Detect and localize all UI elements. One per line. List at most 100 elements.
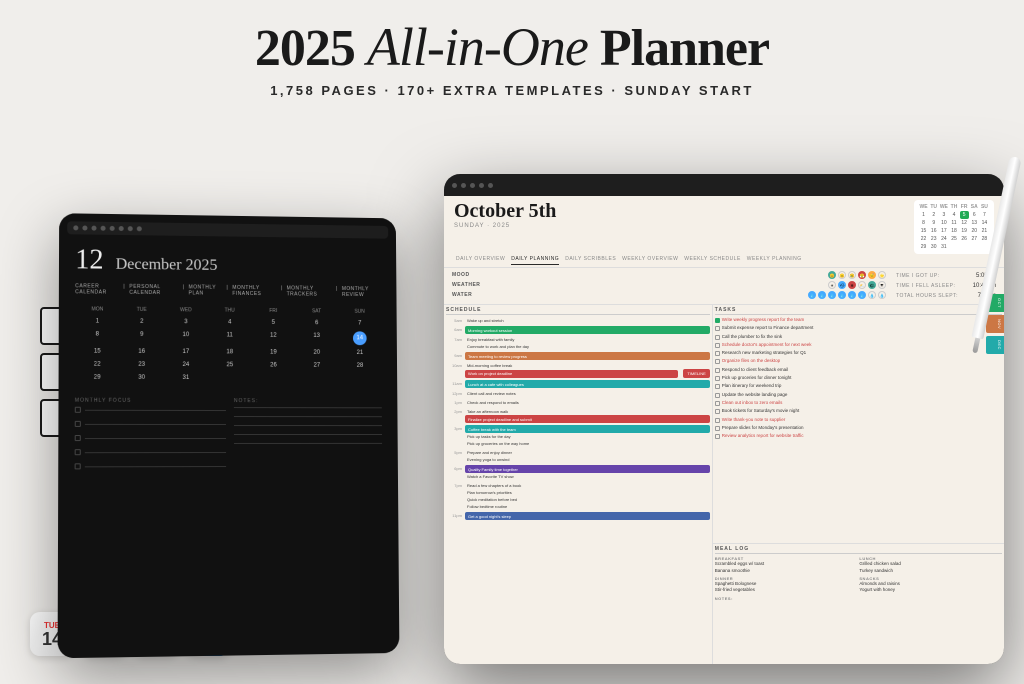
cal-day-18: 18 — [208, 347, 252, 357]
cal-day-26: 26 — [252, 360, 296, 370]
task-list: Write weekly progress report for the tea… — [715, 317, 1002, 439]
weather-label: WEATHER — [452, 282, 487, 288]
left-nav-tabs: CAREER CALENDAR | PERSONAL CALENDAR | MO… — [67, 280, 389, 301]
cal-day-30: 30 — [119, 373, 163, 383]
right-nav-tabs: DAILY OVERVIEW DAILY PLANNING DAILY SCRI… — [444, 254, 1004, 268]
rtb-dot-1 — [452, 183, 457, 188]
right-side-columns: TASKS Write weekly progress report for t… — [713, 305, 1004, 664]
rtb-dot-5 — [488, 183, 493, 188]
tab-daily-overview[interactable]: DAILY OVERVIEW — [456, 256, 505, 265]
cal-week-5: 29 30 31 — [75, 373, 382, 384]
left-bottom-section: MONTHLY FOCUS NOTES: — [66, 394, 390, 474]
cal-day-next1 — [208, 373, 252, 383]
left-toolbar — [67, 221, 388, 238]
cal-day-25: 25 — [208, 360, 252, 370]
left-tab-sep5: | — [336, 286, 338, 298]
mood-icon-3: 😢 — [848, 271, 856, 279]
notes-label: NOTES: — [234, 398, 382, 404]
cal-day-19: 19 — [252, 347, 296, 357]
header: 2025 All-in-One Planner 1,758 PAGES · 17… — [0, 0, 1024, 106]
cal-day-15: 15 — [75, 346, 120, 356]
water-icon-8: 💧 — [878, 291, 886, 299]
meal-row-dinner-snacks: DINNER Spaghetti BologneseStir-fried veg… — [715, 576, 1002, 594]
rtb-dot-4 — [479, 183, 484, 188]
cal-day-7: 7 — [338, 318, 381, 328]
dinner-value: Spaghetti BologneseStir-fried vegetables — [715, 581, 858, 594]
two-col-layout: SCHEDULE 5amWake up and stretch 6amMorni… — [444, 305, 1004, 664]
schedule-items: 5amWake up and stretch 6amMorning workou… — [446, 317, 710, 520]
meal-row-breakfast-lunch: BREAKFAST Scrambled eggs w/ toastBanana … — [715, 556, 1002, 574]
toolbar-dot-3 — [91, 226, 96, 231]
tasks-column: TASKS Write weekly progress report for t… — [713, 305, 1004, 544]
left-tab-trackers: MONTHLY TRACKERS — [287, 285, 333, 297]
meal-title: MEAL LOG — [715, 546, 1002, 554]
page-title: 2025 All-in-One Planner — [0, 18, 1024, 77]
left-tab-career: CAREER CALENDAR — [75, 283, 119, 295]
tab-daily-scribbles[interactable]: DAILY SCRIBBLES — [565, 256, 616, 265]
cal-day-wed: WED — [164, 307, 208, 313]
title-italic: All-in-One — [367, 17, 588, 77]
monthly-focus-label: MONTHLY FOCUS — [75, 398, 226, 404]
water-icon-4: 💧 — [838, 291, 846, 299]
schedule-column: SCHEDULE 5amWake up and stretch 6amMorni… — [444, 305, 713, 664]
cal-day-thu: THU — [208, 307, 252, 313]
cal-day-23: 23 — [120, 360, 164, 370]
left-tab-personal: PERSONAL CALENDAR — [129, 284, 178, 296]
toolbar-dot-5 — [110, 226, 115, 231]
cal-header-row: MON TUE WED THU FRI SAT SUN — [75, 306, 381, 315]
water-icon-6: 💧 — [858, 291, 866, 299]
toolbar-dot-8 — [137, 226, 142, 231]
cal-day-29: 29 — [75, 373, 120, 383]
water-icon-1: 💧 — [808, 291, 816, 299]
left-tab-sep3: | — [227, 285, 229, 297]
cal-day-31: 31 — [164, 373, 208, 383]
mood-icon-2: 😐 — [838, 271, 846, 279]
weather-icon-1: ☀ — [828, 281, 836, 289]
weather-row: WEATHER ☀ 🌧 ❄ ⛅ 🌤 ⛈ — [452, 281, 886, 289]
left-tablet-screen: 12 December 2025 CAREER CALENDAR | PERSO… — [58, 213, 400, 658]
cal-week-1: 1 2 3 4 5 6 7 — [75, 316, 381, 328]
cal-day-3: 3 — [164, 317, 208, 327]
weather-icon-5: 🌤 — [868, 281, 876, 289]
weather-icon-4: ⛅ — [858, 281, 866, 289]
tab-weekly-schedule[interactable]: WEEKLY SCHEDULE — [684, 256, 741, 265]
side-tab-3[interactable]: DEC — [986, 336, 1004, 354]
left-tab-monthly: MONTHLY PLAN — [189, 284, 223, 296]
toolbar-dot-2 — [82, 225, 87, 230]
right-tablet-screen: October 5th SUNDAY · 2025 WETUWETHFRSASU… — [444, 174, 1004, 664]
cal-day-17: 17 — [164, 347, 208, 357]
water-icon-2: 💧 — [818, 291, 826, 299]
water-icon-7: 💧 — [868, 291, 876, 299]
mood-row: MOOD 😊 😐 😢 😤 😴 🌟 — [452, 271, 886, 279]
left-calendar-grid: MON TUE WED THU FRI SAT SUN 1 2 3 4 5 6 … — [67, 302, 390, 390]
stylus-tip — [972, 338, 980, 354]
cal-day-mon: MON — [75, 306, 120, 312]
cal-day-27: 27 — [295, 361, 338, 371]
notes-lines — [234, 407, 382, 444]
cal-day-13: 13 — [295, 331, 338, 345]
water-row: WATER 💧 💧 💧 💧 💧 💧 💧 💧 — [452, 291, 886, 299]
mood-label: MOOD — [452, 272, 487, 278]
tasks-title: TASKS — [715, 307, 1002, 315]
toolbar-dot-1 — [73, 225, 78, 230]
mood-icon-4: 😤 — [858, 271, 866, 279]
mood-icon-6: 🌟 — [878, 271, 886, 279]
tab-weekly-overview[interactable]: WEEKLY OVERVIEW — [622, 256, 678, 265]
lunch-value: Grilled chicken saladTurkey sandwich — [859, 561, 1002, 574]
water-label: WATER — [452, 292, 487, 298]
tab-daily-planning[interactable]: DAILY PLANNING — [511, 256, 559, 265]
water-icon-3: 💧 — [828, 291, 836, 299]
mood-icon-1: 😊 — [828, 271, 836, 279]
cal-day-sat: SAT — [295, 308, 338, 314]
cal-week-3: 15 16 17 18 19 20 21 — [75, 346, 381, 358]
cal-day-16: 16 — [120, 347, 164, 357]
right-mini-calendar: WETUWETHFRSASU 1234567 891011121314 1516… — [914, 200, 994, 254]
tab-weekly-planning[interactable]: WEEKLY PLANNING — [747, 256, 802, 265]
right-date-title: October 5th — [454, 200, 556, 223]
cal-day-28: 28 — [338, 361, 381, 371]
left-tablet: 12 December 2025 CAREER CALENDAR | PERSO… — [58, 213, 400, 658]
breakfast-value: Scrambled eggs w/ toastBanana smoothie — [715, 561, 858, 574]
cal-day-12: 12 — [252, 331, 296, 345]
left-tab-review: MONTHLY REVIEW — [342, 286, 381, 298]
right-tablet: October 5th SUNDAY · 2025 WETUWETHFRSASU… — [444, 174, 1004, 664]
